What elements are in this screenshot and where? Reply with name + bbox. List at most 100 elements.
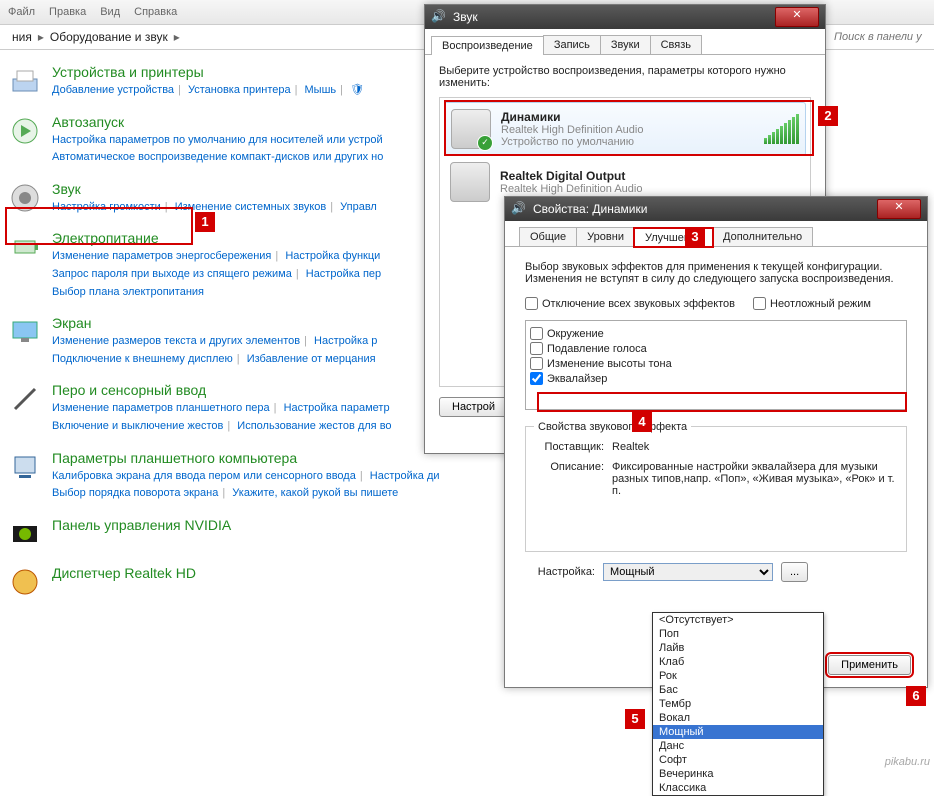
dropdown-option[interactable]: Поп <box>653 627 823 641</box>
annotation-number: 6 <box>906 686 926 706</box>
breadcrumb-part[interactable]: Оборудование и звук <box>46 30 172 44</box>
pen-icon <box>8 382 42 416</box>
setting-label: Настройка: <box>525 566 595 578</box>
description-label: Описание: <box>534 461 604 497</box>
more-button[interactable]: ... <box>781 562 808 582</box>
cp-link[interactable]: Укажите, какой рукой вы пишете <box>232 487 398 499</box>
dropdown-option[interactable]: Софт <box>653 753 823 767</box>
dropdown-option[interactable]: Тембр <box>653 697 823 711</box>
tab-strip: Воспроизведение Запись Звуки Связь <box>425 29 825 55</box>
preset-select[interactable]: Мощный <box>603 563 773 581</box>
provider-label: Поставщик: <box>534 441 604 453</box>
close-button[interactable]: ✕ <box>877 199 921 219</box>
cp-link[interactable]: Добавление устройства <box>52 84 174 96</box>
cp-link[interactable]: Настройка р <box>314 335 377 347</box>
cp-link[interactable]: Настройка громкости <box>52 201 161 213</box>
group-title: Свойства звукового эффекта <box>534 421 691 433</box>
breadcrumb-part[interactable]: ния <box>8 30 36 44</box>
tab-sounds[interactable]: Звуки <box>600 35 651 54</box>
effect-equalizer[interactable]: Эквалайзер <box>530 372 902 385</box>
effect-voice-cancel[interactable]: Подавление голоса <box>530 342 902 355</box>
tablet-icon <box>8 450 42 484</box>
titlebar[interactable]: 🔊 Звук ✕ <box>425 5 825 29</box>
realtek-icon <box>8 565 42 599</box>
shield-icon: 🛡 <box>350 84 364 96</box>
dropdown-option[interactable]: Рок <box>653 669 823 683</box>
nvidia-icon <box>8 517 42 551</box>
cp-link[interactable]: Включение и выключение жестов <box>52 420 223 432</box>
speaker-device-icon: ✓ <box>451 109 491 149</box>
effect-properties-group: Свойства звукового эффекта Поставщик: Re… <box>525 426 907 552</box>
tab-advanced[interactable]: Дополнительно <box>712 227 813 246</box>
chevron-right-icon[interactable]: ▸ <box>36 30 46 44</box>
apply-button[interactable]: Применить <box>828 655 911 675</box>
speaker-icon: 🔊 <box>431 9 447 25</box>
cp-link[interactable]: Калибровка экрана для ввода пером или се… <box>52 470 356 482</box>
menu-item[interactable]: Файл <box>8 6 35 18</box>
cp-link[interactable]: Изменение системных звуков <box>175 201 327 213</box>
urgent-checkbox[interactable]: Неотложный режим <box>753 297 871 310</box>
dropdown-option[interactable]: Бас <box>653 683 823 697</box>
tab-comm[interactable]: Связь <box>650 35 702 54</box>
close-button[interactable]: ✕ <box>775 7 819 27</box>
cp-link[interactable]: Настройка пер <box>306 268 381 280</box>
annotation-number: 2 <box>818 106 838 126</box>
watermark: pikabu.ru <box>885 756 930 768</box>
disable-all-checkbox[interactable]: Отключение всех звуковых эффектов <box>525 297 735 310</box>
cp-link[interactable]: Установка принтера <box>188 84 291 96</box>
cp-link[interactable]: Изменение размеров текста и других элеме… <box>52 335 300 347</box>
speaker-icon: 🔊 <box>511 201 527 217</box>
effect-pitch[interactable]: Изменение высоты тона <box>530 357 902 370</box>
cp-link[interactable]: Настройка ди <box>370 470 440 482</box>
cp-link[interactable]: Выбор порядка поворота экрана <box>52 487 218 499</box>
dropdown-option[interactable]: <Отсутствует> <box>653 613 823 627</box>
cp-link[interactable]: Настройка функци <box>285 250 380 262</box>
cp-link[interactable]: Использование жестов для во <box>237 420 391 432</box>
dropdown-option[interactable]: Вокал <box>653 711 823 725</box>
search-input[interactable] <box>832 30 926 44</box>
annotation-number: 3 <box>685 227 705 247</box>
tab-levels[interactable]: Уровни <box>576 227 635 246</box>
annotation-number: 5 <box>625 709 645 729</box>
dropdown-option[interactable]: Лайв <box>653 641 823 655</box>
menu-item[interactable]: Вид <box>100 6 120 18</box>
chevron-right-icon[interactable]: ▸ <box>172 30 182 44</box>
level-meter <box>764 114 799 144</box>
digital-device-icon <box>450 162 490 202</box>
dropdown-option[interactable]: Данс <box>653 739 823 753</box>
cp-link[interactable]: Выбор плана электропитания <box>52 286 204 298</box>
device-sub: Realtek High Definition Audio <box>501 124 643 136</box>
cp-link[interactable]: Запрос пароля при выходе из спящего режи… <box>52 268 292 280</box>
dropdown-option-selected[interactable]: Мощный <box>653 725 823 739</box>
cp-link[interactable]: Подключение к внешнему дисплею <box>52 353 233 365</box>
tab-strip: Общие Уровни Улучшения Дополнительно <box>505 221 927 247</box>
dropdown-option[interactable]: Клаб <box>653 655 823 669</box>
tab-record[interactable]: Запись <box>543 35 601 54</box>
effects-list[interactable]: Окружение Подавление голоса Изменение вы… <box>525 320 907 410</box>
cp-link[interactable]: Изменение параметров планшетного пера <box>52 402 270 414</box>
menu-item[interactable]: Справка <box>134 6 177 18</box>
titlebar[interactable]: 🔊 Свойства: Динамики ✕ <box>505 197 927 221</box>
tab-playback[interactable]: Воспроизведение <box>431 36 544 55</box>
cp-link[interactable]: Управл <box>340 201 377 213</box>
cp-link[interactable]: Настройка параметр <box>284 402 390 414</box>
configure-button[interactable]: Настрой <box>439 397 508 417</box>
dropdown-option[interactable]: Классика <box>653 781 823 795</box>
cp-link[interactable]: Настройка параметров по умолчанию для но… <box>52 134 383 146</box>
preset-dropdown-open[interactable]: <Отсутствует> Поп Лайв Клаб Рок Бас Темб… <box>652 612 824 796</box>
provider-value: Realtek <box>612 441 649 453</box>
annotation-number: 4 <box>632 412 652 432</box>
speaker-icon <box>8 181 42 215</box>
cp-link[interactable]: Избавление от мерцания <box>247 353 376 365</box>
device-sub: Realtek High Definition Audio <box>500 183 642 195</box>
autoplay-icon <box>8 114 42 148</box>
device-sub: Устройство по умолчанию <box>501 136 643 148</box>
device-speakers[interactable]: ✓ Динамики Realtek High Definition Audio… <box>444 102 806 156</box>
cp-link[interactable]: Мышь <box>305 84 337 96</box>
menu-item[interactable]: Правка <box>49 6 86 18</box>
dropdown-option[interactable]: Вечеринка <box>653 767 823 781</box>
cp-link[interactable]: Изменение параметров энергосбережения <box>52 250 271 262</box>
tab-general[interactable]: Общие <box>519 227 577 246</box>
effect-surround[interactable]: Окружение <box>530 327 902 340</box>
cp-link[interactable]: Автоматическое воспроизведение компакт-д… <box>52 151 383 163</box>
